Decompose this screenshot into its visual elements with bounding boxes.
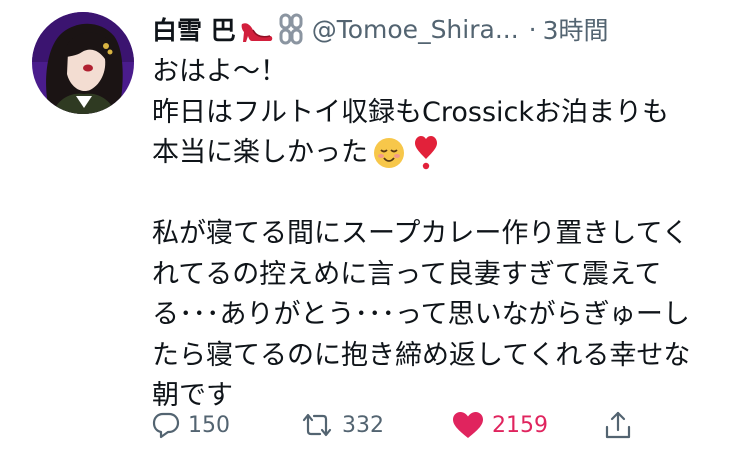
like-count: 2159 [492,412,548,438]
tweet[interactable]: 白雪 巴 @Tomoe_Shira... · 3時間 おはよ〜！ 昨日はフルトイ… [0,0,750,453]
avatar[interactable] [32,12,134,114]
high-heel-icon [240,14,274,44]
heart-filled-icon [452,411,484,439]
tweet-line-text: 本当に楽しかった [152,137,368,168]
tweet-line: 昨日はフルトイ収録もCrossickお泊まりも [152,96,669,128]
share-icon [604,410,632,440]
reply-icon [152,411,180,439]
retweet-icon [300,411,334,439]
user-handle[interactable]: @Tomoe_Shira... [312,15,519,44]
retweet-button[interactable]: 332 [300,405,384,445]
separator: · [528,14,537,44]
timestamp[interactable]: 3時間 [543,11,609,47]
like-button[interactable]: 2159 [452,405,548,445]
chain-icon [278,13,304,45]
tweet-actions: 150 332 2159 [152,405,652,445]
heart-exclamation-icon [414,135,438,171]
tweet-header: 白雪 巴 @Tomoe_Shira... · 3時間 [152,10,609,48]
display-name[interactable]: 白雪 巴 [152,11,236,47]
tweet-text: おはよ〜！ 昨日はフルトイ収録もCrossickお泊まりも 本当に楽しかった 私… [152,52,732,417]
avatar-image [32,12,134,114]
tweet-line: れてるの控えめに言って良妻すぎて震えて [152,258,662,290]
retweet-count: 332 [342,412,384,438]
tweet-line: おはよ〜！ [152,56,287,87]
reply-count: 150 [188,412,230,438]
relieved-face-icon [372,136,406,170]
tweet-line: 私が寝てる間にスープカレー作り置きしてく [152,218,689,249]
reply-button[interactable]: 150 [152,405,230,445]
tweet-line: 本当に楽しかった [152,133,732,174]
share-button[interactable] [604,405,632,445]
tweet-line: る･･･ありがとう･･･って思いながらぎゅーし [152,299,690,330]
tweet-line: たら寝てるのに抱き締め返してくれる幸せな [152,339,691,371]
